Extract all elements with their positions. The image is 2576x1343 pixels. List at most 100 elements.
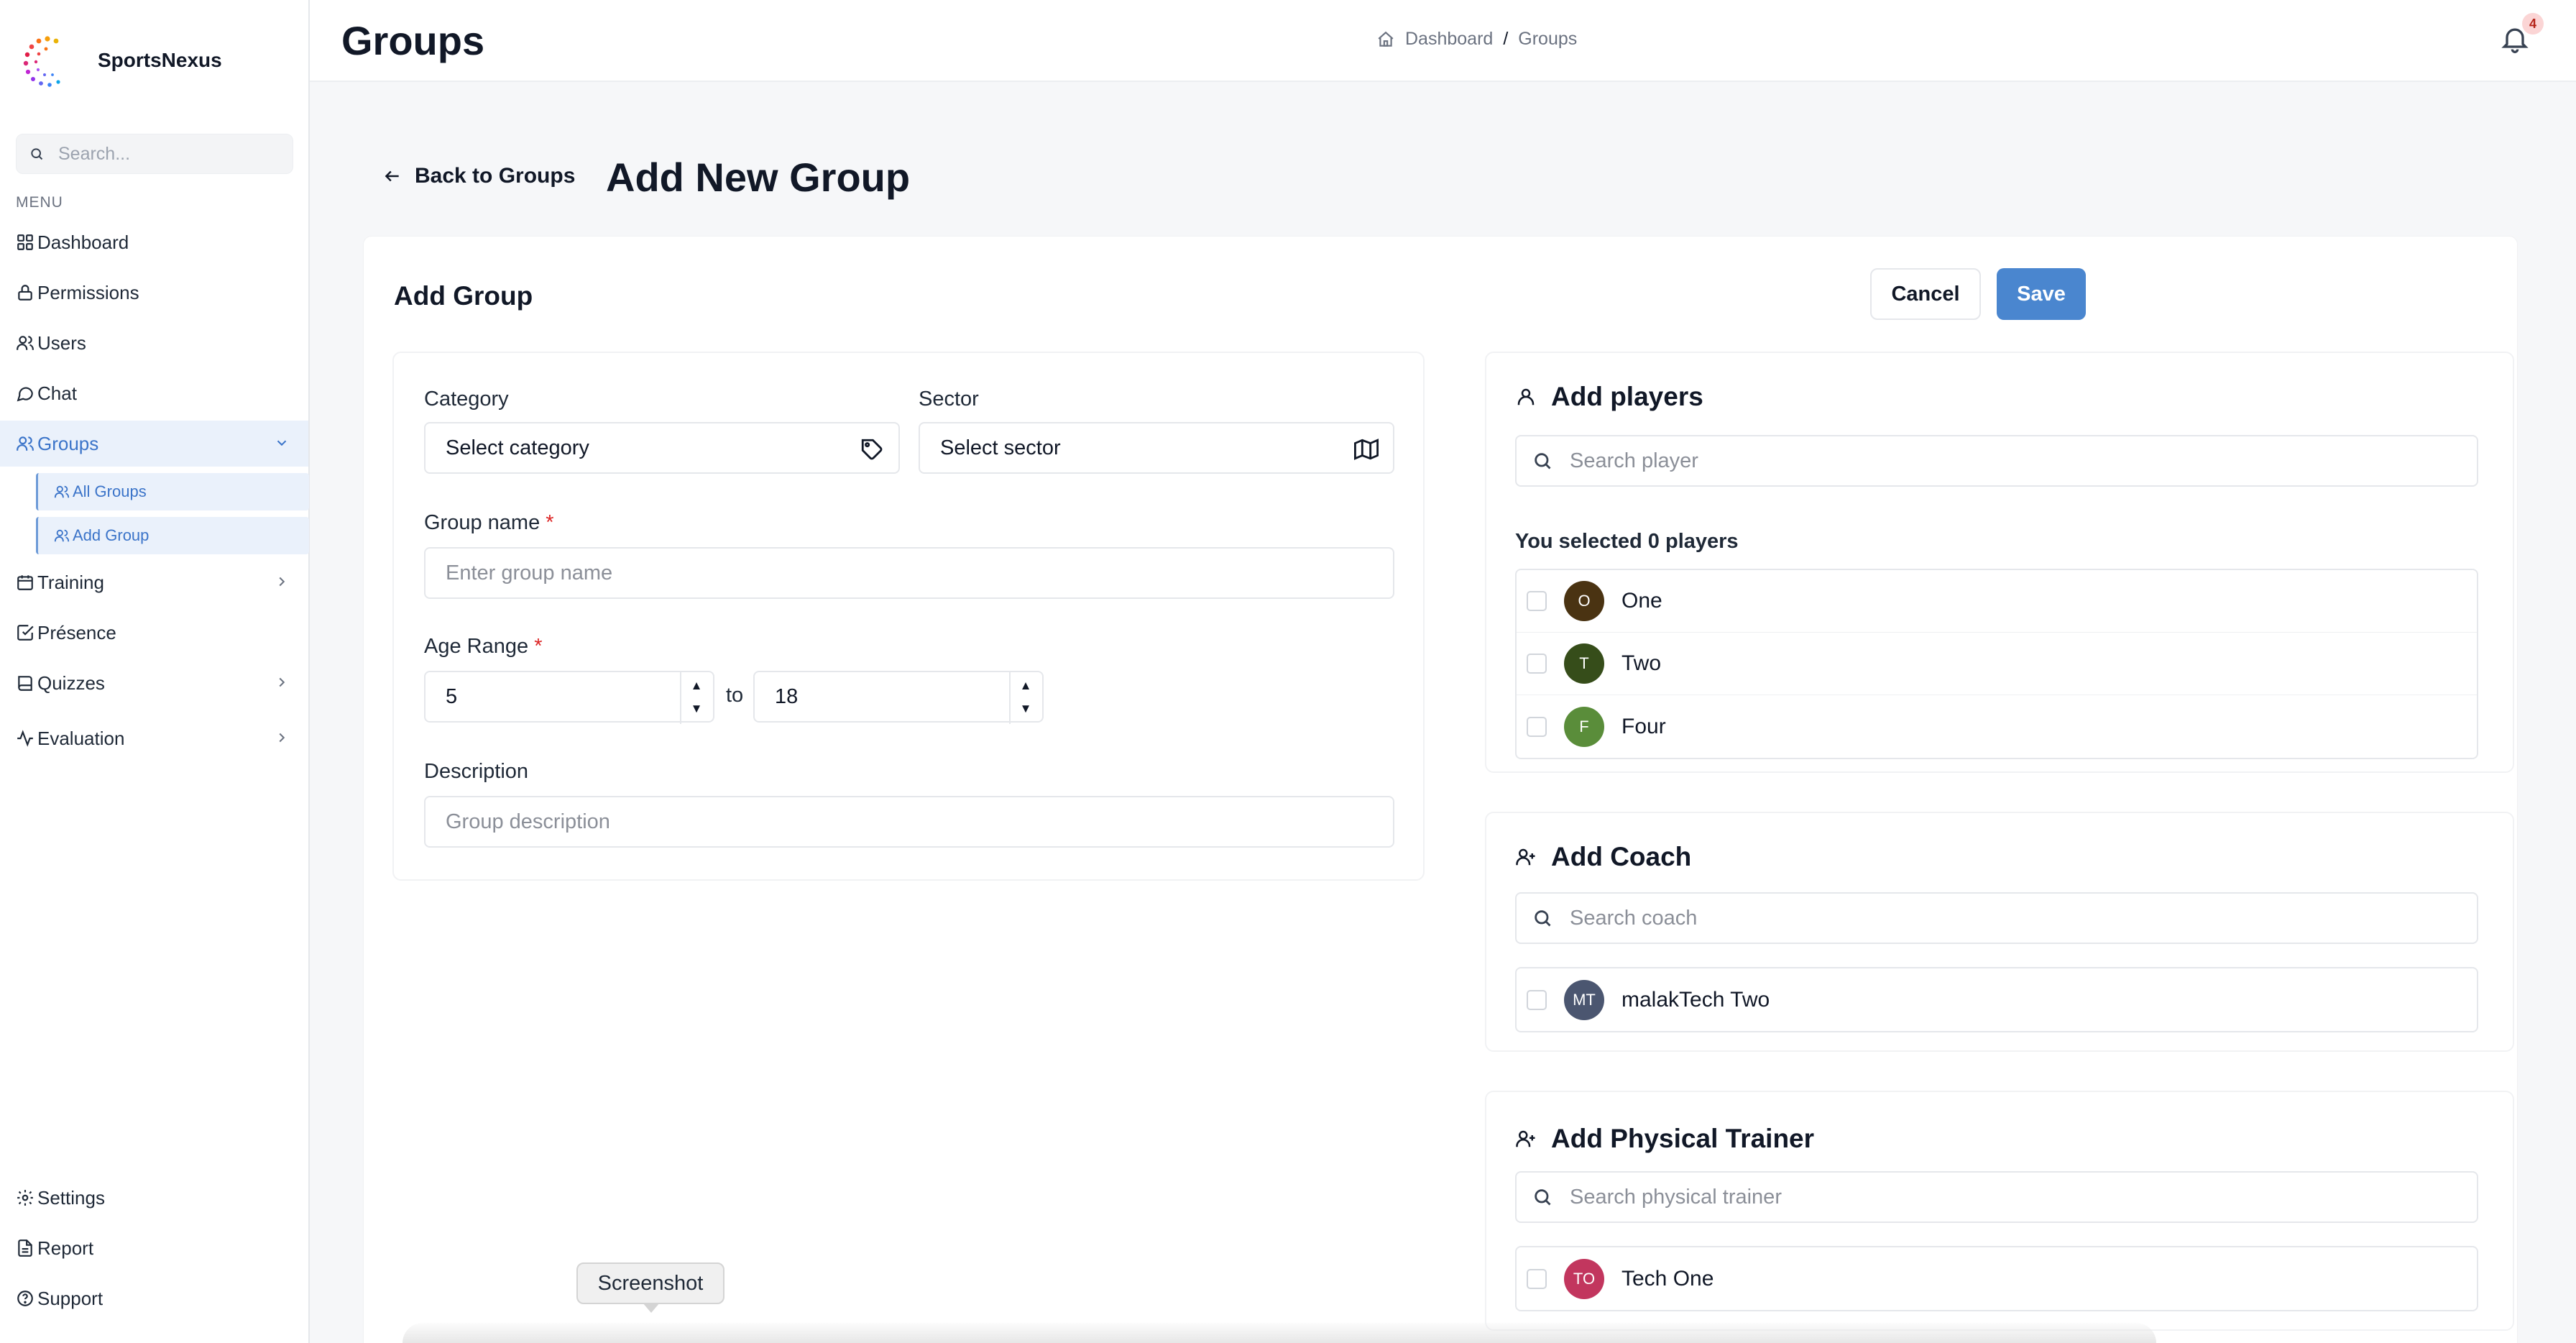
sidebar-item-permissions[interactable]: Permissions <box>0 270 308 316</box>
sidebar-item-groups[interactable]: Groups <box>0 421 308 467</box>
description-input[interactable]: Group description <box>424 796 1394 848</box>
tag-icon <box>861 439 883 460</box>
gear-icon <box>17 1190 33 1206</box>
sidebar-item-quizzes[interactable]: Quizzes <box>0 660 308 706</box>
add-coach-title: Add Coach <box>1515 842 1691 872</box>
coach-list: MT malakTech Two <box>1515 967 2478 1032</box>
sidebar-item-label: Evaluation <box>37 727 125 749</box>
sidebar-subitem-label: All Groups <box>73 482 147 500</box>
age-max-value: 18 <box>775 684 799 708</box>
sidebar-item-label: Présence <box>37 621 116 643</box>
increment-arrow-icon[interactable]: ▲ <box>691 677 703 695</box>
user-plus-icon <box>1516 848 1535 866</box>
users-icon <box>54 529 70 542</box>
search-icon <box>31 148 43 160</box>
main-content: Groups Dashboard / Groups 4 Back to Grou… <box>310 0 2576 1343</box>
sidebar-item-settings[interactable]: Settings <box>0 1175 308 1221</box>
sidebar-item-label: Chat <box>37 382 77 404</box>
check-square-icon <box>17 625 34 641</box>
sector-select[interactable]: Select sector <box>919 422 1394 474</box>
group-name-placeholder: Enter group name <box>446 561 613 585</box>
screenshot-toolbar[interactable] <box>402 1323 2156 1343</box>
increment-arrow-icon[interactable]: ▲ <box>1020 677 1032 695</box>
home-icon[interactable] <box>1376 30 1395 49</box>
list-item[interactable]: TO Tech One <box>1517 1247 2477 1310</box>
player-checkbox[interactable] <box>1527 654 1547 674</box>
chevron-right-icon[interactable] <box>274 574 290 590</box>
age-range-label-text: Age Range <box>424 635 529 658</box>
sidebar-item-presence[interactable]: Présence <box>0 610 308 656</box>
chevron-right-icon[interactable] <box>274 730 290 746</box>
search-coach-input[interactable]: Search coach <box>1515 892 2478 944</box>
category-select[interactable]: Select category <box>424 422 900 474</box>
sidebar-item-training[interactable]: Training <box>0 559 308 605</box>
list-item[interactable]: F Four <box>1517 695 2477 758</box>
sidebar-subitem-all-groups[interactable]: All Groups <box>36 473 309 510</box>
list-item[interactable]: MT malakTech Two <box>1517 968 2477 1031</box>
add-trainer-title: Add Physical Trainer <box>1515 1124 1814 1154</box>
chevron-right-icon[interactable] <box>274 674 290 690</box>
age-min-input[interactable]: 5 ▲ ▼ <box>424 671 714 724</box>
sidebar-item-chat[interactable]: Chat <box>0 370 308 416</box>
back-link-label: Back to Groups <box>415 164 576 188</box>
required-mark: * <box>546 511 554 534</box>
group-name-input[interactable]: Enter group name <box>424 547 1394 599</box>
add-trainer-panel: Add Physical Trainer Search physical tra… <box>1485 1091 2514 1331</box>
avatar: MT <box>1564 979 1604 1020</box>
sidebar-search-input[interactable] <box>58 143 274 165</box>
sidebar-item-label: Permissions <box>37 281 139 303</box>
map-icon <box>1354 439 1379 460</box>
card-title: Add Group <box>394 281 533 311</box>
player-checkbox[interactable] <box>1527 716 1547 737</box>
app-root: SportsNexus MENU Dashboard Permissions U… <box>0 0 2576 1343</box>
decrement-arrow-icon[interactable]: ▼ <box>1020 700 1032 718</box>
breadcrumb-dashboard-link[interactable]: Dashboard <box>1405 29 1493 50</box>
add-players-title-text: Add players <box>1551 382 1703 411</box>
age-min-stepper[interactable]: ▲ ▼ <box>687 677 706 718</box>
search-trainer-input[interactable]: Search physical trainer <box>1515 1171 2478 1223</box>
sidebar-item-report[interactable]: Report <box>0 1225 308 1271</box>
brand[interactable]: SportsNexus <box>19 32 222 89</box>
search-player-input[interactable]: Search player <box>1515 435 2478 487</box>
sidebar-item-support[interactable]: Support <box>0 1275 308 1321</box>
sidebar-item-users[interactable]: Users <box>0 320 308 366</box>
users-icon <box>17 436 34 451</box>
list-item[interactable]: T Two <box>1517 633 2477 695</box>
add-players-title: Add players <box>1515 382 1703 412</box>
avatar: F <box>1564 706 1604 747</box>
calendar-icon <box>17 575 33 590</box>
breadcrumb: Dashboard / Groups <box>1376 29 1577 50</box>
user-plus-icon <box>1516 1130 1535 1147</box>
age-max-stepper[interactable]: ▲ ▼ <box>1016 677 1035 718</box>
avatar: O <box>1564 581 1604 621</box>
player-name: Two <box>1622 651 1662 675</box>
sidebar-item-evaluation[interactable]: Evaluation <box>0 715 308 761</box>
decrement-arrow-icon[interactable]: ▼ <box>691 700 703 718</box>
sidebar-item-dashboard[interactable]: Dashboard <box>0 219 308 265</box>
save-button[interactable]: Save <box>1997 268 2086 320</box>
description-label: Description <box>424 760 529 783</box>
player-name: Four <box>1622 714 1666 738</box>
back-to-groups-link[interactable]: Back to Groups <box>383 164 575 188</box>
chevron-down-icon[interactable] <box>274 435 290 451</box>
add-coach-title-text: Add Coach <box>1551 842 1692 871</box>
search-icon <box>1535 1189 1551 1206</box>
list-item[interactable]: O One <box>1517 570 2477 633</box>
arrow-left-icon <box>385 170 399 182</box>
sidebar-item-label: Dashboard <box>37 231 129 253</box>
sidebar-subitem-add-group[interactable]: Add Group <box>36 517 309 554</box>
sidebar-item-label: Groups <box>37 432 99 454</box>
coach-checkbox[interactable] <box>1527 989 1547 1010</box>
player-checkbox[interactable] <box>1527 591 1547 611</box>
age-max-input[interactable]: 18 ▲ ▼ <box>753 671 1044 724</box>
trainer-checkbox[interactable] <box>1527 1268 1547 1289</box>
add-coach-panel: Add Coach Search coach MT malakTech Two <box>1485 812 2514 1052</box>
sidebar-subitem-label: Add Group <box>73 526 150 544</box>
sidebar-search[interactable] <box>16 134 293 174</box>
trainer-name: Tech One <box>1622 1266 1714 1291</box>
breadcrumb-separator: / <box>1503 29 1509 49</box>
search-coach-placeholder: Search coach <box>1570 906 1698 930</box>
cancel-button[interactable]: Cancel <box>1870 268 1981 320</box>
category-label: Category <box>424 388 509 411</box>
menu-label: MENU <box>16 194 63 211</box>
